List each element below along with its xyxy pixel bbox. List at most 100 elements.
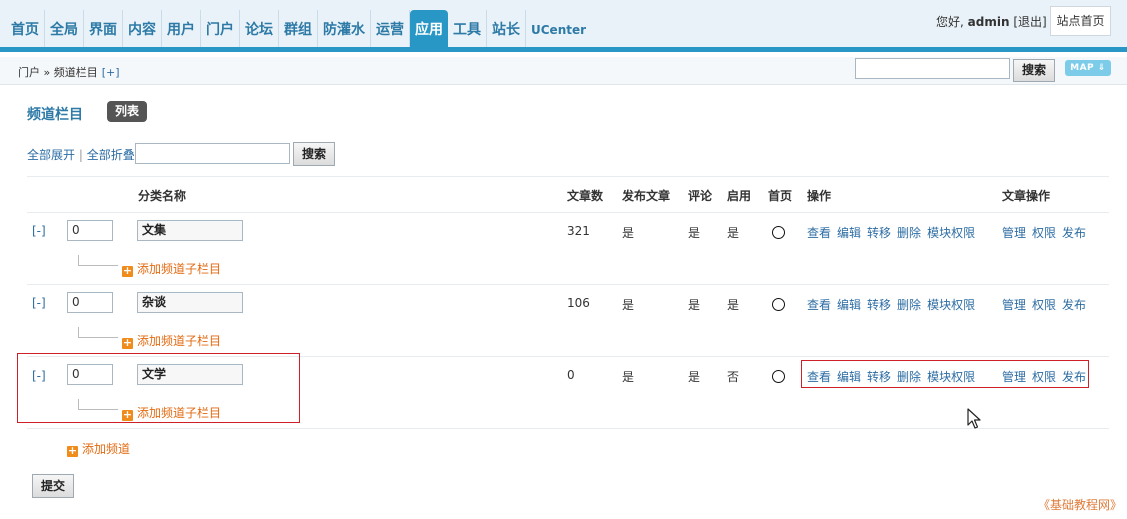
plus-icon: + xyxy=(67,444,78,457)
nav-item-tools[interactable]: 工具 xyxy=(448,10,487,47)
submit-button[interactable]: 提交 xyxy=(32,474,74,498)
manage-link[interactable]: 管理 xyxy=(1002,298,1026,312)
map-button[interactable]: MAP ⇓ xyxy=(1065,60,1111,76)
breadcrumb-bar: 门户 » 频道栏目 [+] 搜索 MAP ⇓ xyxy=(0,57,1127,85)
order-input[interactable]: 0 xyxy=(67,292,113,313)
header-operations: 操作 xyxy=(807,189,832,203)
delete-link[interactable]: 删除 xyxy=(897,226,921,240)
link-separator: | xyxy=(78,148,83,162)
edit-link[interactable]: 编辑 xyxy=(837,298,861,312)
row-operations: 查看 编辑 转移 删除 模块权限 xyxy=(807,224,981,241)
nav-item-apps[interactable]: 应用 xyxy=(410,10,448,47)
add-channel-label: 添加频道 xyxy=(82,442,131,456)
view-link[interactable]: 查看 xyxy=(807,298,831,312)
article-operations: 管理 权限 发布 xyxy=(1002,224,1092,241)
nav-item-users[interactable]: 用户 xyxy=(162,10,201,47)
list-tab[interactable]: 列表 xyxy=(107,101,147,122)
add-subcategory-label: 添加频道子栏目 xyxy=(137,334,222,348)
homepage-radio[interactable] xyxy=(772,226,785,239)
nav-item-groups[interactable]: 群组 xyxy=(279,10,318,47)
nav-item-webmaster[interactable]: 站长 xyxy=(487,10,526,47)
user-greeting: 您好, admin [退出] xyxy=(936,13,1047,30)
publish-link[interactable]: 发布 xyxy=(1062,226,1086,240)
add-channel-link[interactable]: + 添加频道 xyxy=(67,440,130,457)
comment-flag: 是 xyxy=(688,298,701,312)
nav-item-antispam[interactable]: 防灌水 xyxy=(318,10,371,47)
plus-icon: + xyxy=(122,264,133,277)
module-permission-link[interactable]: 模块权限 xyxy=(927,226,975,240)
publish-flag: 是 xyxy=(622,298,635,312)
header-articles: 文章数 xyxy=(567,189,604,203)
nav-item-forum[interactable]: 论坛 xyxy=(240,10,279,47)
manage-link[interactable]: 管理 xyxy=(1002,226,1026,240)
article-count: 106 xyxy=(567,296,590,310)
page-title: 频道栏目 xyxy=(27,107,83,123)
publish-flag: 是 xyxy=(622,226,635,240)
module-permission-link[interactable]: 模块权限 xyxy=(927,298,975,312)
plus-icon: + xyxy=(122,336,133,349)
category-search-input[interactable] xyxy=(135,143,290,164)
site-home-button[interactable]: 站点首页 xyxy=(1050,6,1111,36)
breadcrumb-text: 门户 » 频道栏目 xyxy=(18,66,98,79)
tree-connector xyxy=(78,255,118,266)
header-homepage: 首页 xyxy=(768,189,793,203)
nav-item-content[interactable]: 内容 xyxy=(123,10,162,47)
publish-flag: 是 xyxy=(622,370,635,384)
header-publish: 发布文章 xyxy=(622,189,671,203)
header-comment: 评论 xyxy=(688,189,713,203)
nav-item-home[interactable]: 首页 xyxy=(6,10,45,47)
nav-item-portal[interactable]: 门户 xyxy=(201,10,240,47)
article-count: 321 xyxy=(567,224,590,238)
row-operations: 查看 编辑 转移 删除 模块权限 xyxy=(807,296,981,313)
category-name-input[interactable]: 文集 xyxy=(137,220,243,241)
row-toggle[interactable]: [-] xyxy=(32,224,46,238)
publish-link[interactable]: 发布 xyxy=(1062,298,1086,312)
table-top-border xyxy=(27,176,1109,177)
nav-item-interface[interactable]: 界面 xyxy=(84,10,123,47)
header-enabled: 启用 xyxy=(727,189,752,203)
top-search-button[interactable]: 搜索 xyxy=(1013,59,1055,82)
top-nav-bar: 首页 全局 界面 内容 用户 门户 论坛 群组 防灌水 运营 应用 工具 站长 … xyxy=(0,0,1127,52)
highlight-box-category xyxy=(17,353,300,423)
highlight-box-operations xyxy=(801,360,1089,388)
collapse-all-link[interactable]: 全部折叠 xyxy=(87,148,135,162)
nav-item-global[interactable]: 全局 xyxy=(45,10,84,47)
row-divider xyxy=(27,428,1109,429)
enabled-flag: 是 xyxy=(727,298,740,312)
header-name: 分类名称 xyxy=(138,189,187,203)
move-link[interactable]: 转移 xyxy=(867,226,891,240)
homepage-radio[interactable] xyxy=(772,370,785,383)
homepage-radio[interactable] xyxy=(772,298,785,311)
category-name-input[interactable]: 杂谈 xyxy=(137,292,243,313)
delete-link[interactable]: 删除 xyxy=(897,298,921,312)
add-shortcut-link[interactable]: [+] xyxy=(102,66,120,79)
row-toggle[interactable]: [-] xyxy=(32,296,46,310)
comment-flag: 是 xyxy=(688,226,701,240)
edit-link[interactable]: 编辑 xyxy=(837,226,861,240)
category-search-button[interactable]: 搜索 xyxy=(293,142,335,166)
permission-link[interactable]: 权限 xyxy=(1032,226,1056,240)
comment-flag: 是 xyxy=(688,370,701,384)
nav-item-operations[interactable]: 运营 xyxy=(371,10,410,47)
add-subcategory-label: 添加频道子栏目 xyxy=(137,262,222,276)
add-subcategory-link[interactable]: + 添加频道子栏目 xyxy=(122,332,221,349)
article-count: 0 xyxy=(567,368,575,382)
tree-connector xyxy=(78,327,118,338)
expand-collapse-links: 全部展开 | 全部折叠 xyxy=(27,146,135,163)
permission-link[interactable]: 权限 xyxy=(1032,298,1056,312)
nav-item-ucenter[interactable]: UCenter xyxy=(526,10,591,47)
enabled-flag: 否 xyxy=(727,370,740,384)
expand-all-link[interactable]: 全部展开 xyxy=(27,148,75,162)
greeting-prefix: 您好, xyxy=(936,15,968,29)
watermark: 《基础教程网》 xyxy=(1038,498,1123,512)
logout-link[interactable]: [退出] xyxy=(1013,15,1046,29)
view-link[interactable]: 查看 xyxy=(807,226,831,240)
breadcrumb: 门户 » 频道栏目 [+] xyxy=(18,64,120,80)
row-divider xyxy=(27,212,1109,213)
username: admin xyxy=(967,15,1010,29)
move-link[interactable]: 转移 xyxy=(867,298,891,312)
row-divider xyxy=(27,284,1109,285)
add-subcategory-link[interactable]: + 添加频道子栏目 xyxy=(122,260,221,277)
top-search-input[interactable] xyxy=(855,58,1010,79)
order-input[interactable]: 0 xyxy=(67,220,113,241)
